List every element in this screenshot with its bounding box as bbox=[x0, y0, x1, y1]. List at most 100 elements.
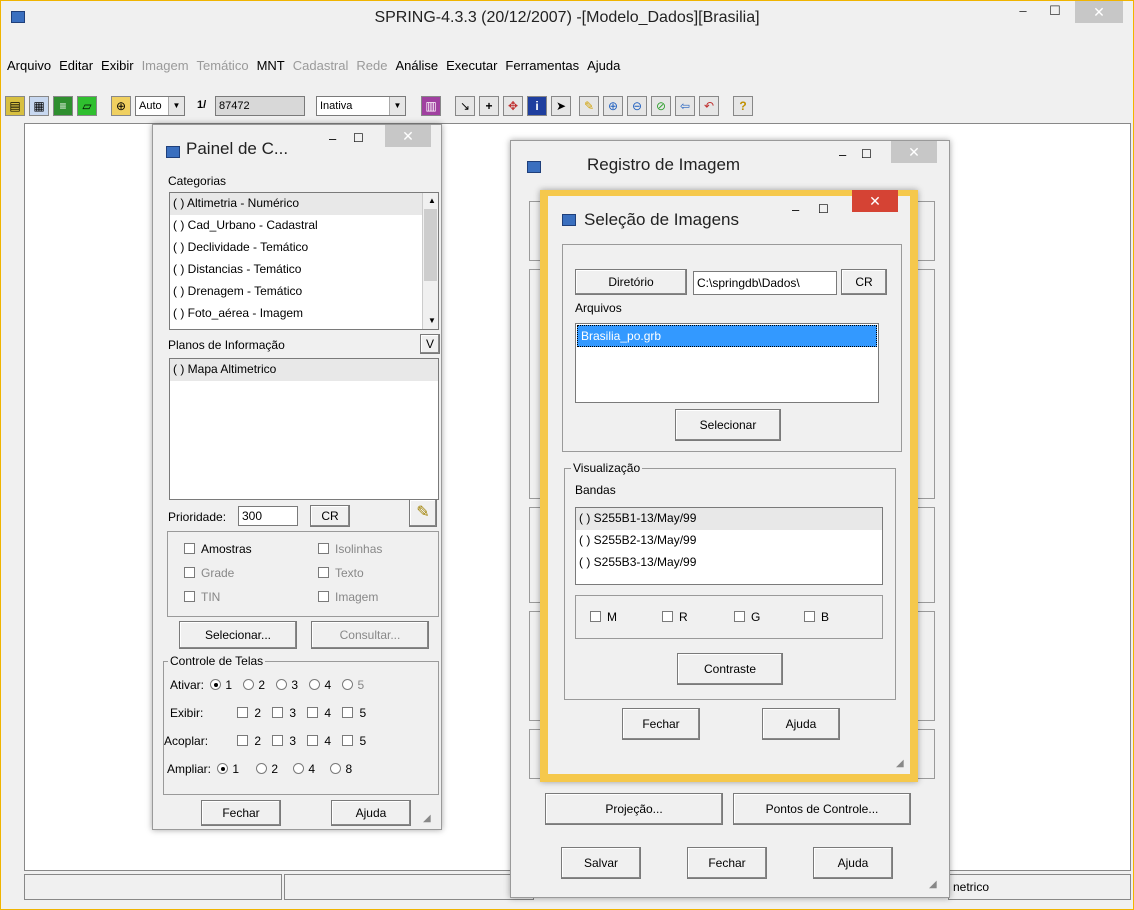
bandas-list[interactable]: ( ) S255B1-13/May/99 ( ) S255B2-13/May/9… bbox=[575, 507, 883, 585]
list-item[interactable]: ( ) S255B1-13/May/99 bbox=[576, 508, 882, 530]
menu-arquivo[interactable]: Arquivo bbox=[3, 56, 55, 78]
v-button[interactable]: V bbox=[420, 334, 440, 354]
ampliar-radio-1[interactable] bbox=[217, 763, 229, 774]
ativar-radio-2[interactable] bbox=[243, 679, 255, 690]
menu-tematico[interactable]: Temático bbox=[193, 56, 253, 78]
help-icon[interactable]: ? bbox=[733, 96, 753, 116]
edit-icon[interactable]: ✎ bbox=[579, 96, 599, 116]
fechar-button[interactable]: Fechar bbox=[622, 708, 700, 740]
list-item-selected[interactable]: Brasilia_po.grb bbox=[577, 325, 877, 347]
acoplar-checkbox-5[interactable] bbox=[342, 735, 354, 746]
channel-b-checkbox[interactable]: B bbox=[804, 610, 829, 624]
checkbox-box[interactable] bbox=[318, 567, 329, 578]
contraste-button[interactable]: Contraste bbox=[677, 653, 783, 685]
ampliar-radio-2[interactable] bbox=[256, 763, 268, 774]
isolinhas-checkbox[interactable]: Isolinhas bbox=[318, 542, 382, 556]
ampliar-radio-8[interactable] bbox=[330, 763, 342, 774]
ajuda-button[interactable]: Ajuda bbox=[331, 800, 411, 826]
list-item[interactable]: ( ) Altimetria - Numérico bbox=[170, 193, 438, 215]
tin-checkbox[interactable]: TIN bbox=[184, 590, 220, 604]
planos-list[interactable]: ( ) Mapa Altimetrico bbox=[169, 358, 439, 500]
maximize-button[interactable]: ☐ bbox=[353, 131, 364, 145]
texto-checkbox[interactable]: Texto bbox=[318, 566, 364, 580]
maximize-button[interactable]: ☐ bbox=[1041, 1, 1069, 23]
zoom-out-icon[interactable]: ⊖ bbox=[627, 96, 647, 116]
exibir-checkbox-2[interactable] bbox=[237, 707, 249, 718]
maximize-button[interactable]: ☐ bbox=[861, 147, 872, 161]
checkbox-box[interactable] bbox=[734, 611, 745, 622]
resize-grip-icon[interactable]: ◢ bbox=[896, 758, 904, 769]
pointer-icon[interactable]: ↘ bbox=[455, 96, 475, 116]
list-item[interactable]: ( ) Drenagem - Temático bbox=[170, 281, 438, 303]
menu-ferramentas[interactable]: Ferramentas bbox=[501, 56, 583, 78]
list-item[interactable]: ( ) Distancias - Temático bbox=[170, 259, 438, 281]
minimize-button[interactable]: ‒ bbox=[1009, 1, 1037, 23]
menu-mnt[interactable]: MNT bbox=[253, 56, 289, 78]
exibir-checkbox-4[interactable] bbox=[307, 707, 319, 718]
resize-grip-icon[interactable]: ◢ bbox=[929, 879, 937, 890]
amostras-checkbox[interactable]: Amostras bbox=[184, 542, 252, 556]
scroll-up-icon[interactable]: ▲ bbox=[423, 193, 438, 209]
acoplar-checkbox-2[interactable] bbox=[237, 735, 249, 746]
menu-executar[interactable]: Executar bbox=[442, 56, 501, 78]
selecionar-button[interactable]: Selecionar bbox=[675, 409, 781, 441]
close-button[interactable]: ✕ bbox=[852, 190, 898, 212]
channel-r-checkbox[interactable]: R bbox=[662, 610, 688, 624]
checkbox-box[interactable] bbox=[318, 591, 329, 602]
undo-icon[interactable]: ↶ bbox=[699, 96, 719, 116]
salvar-button[interactable]: Salvar bbox=[561, 847, 641, 879]
categorias-list[interactable]: ( ) Altimetria - Numérico ( ) Cad_Urbano… bbox=[169, 192, 439, 330]
menu-imagem[interactable]: Imagem bbox=[138, 56, 193, 78]
mode-select[interactable]: Inativa ▼ bbox=[316, 96, 406, 116]
ajuda-button[interactable]: Ajuda bbox=[813, 847, 893, 879]
list-item[interactable]: ( ) S255B3-13/May/99 bbox=[576, 552, 882, 574]
menu-rede[interactable]: Rede bbox=[352, 56, 391, 78]
scroll-down-icon[interactable]: ▼ bbox=[423, 313, 438, 329]
scale-input[interactable]: 87472 bbox=[215, 96, 305, 116]
checkbox-box[interactable] bbox=[184, 591, 195, 602]
checkbox-box[interactable] bbox=[318, 543, 329, 554]
maximize-button[interactable]: ☐ bbox=[818, 202, 829, 216]
resize-grip-icon[interactable]: ◢ bbox=[423, 813, 431, 824]
arquivos-list[interactable]: Brasilia_po.grb bbox=[575, 323, 879, 403]
zoom-in-icon[interactable]: ⊕ bbox=[603, 96, 623, 116]
pontos-controle-button[interactable]: Pontos de Controle... bbox=[733, 793, 911, 825]
consultar-button[interactable]: Consultar... bbox=[311, 621, 429, 649]
prioridade-input[interactable]: 300 bbox=[238, 506, 298, 526]
layers-icon[interactable]: ≡ bbox=[53, 96, 73, 116]
checkbox-box[interactable] bbox=[590, 611, 601, 622]
menu-exibir[interactable]: Exibir bbox=[97, 56, 138, 78]
minimize-button[interactable]: ‒ bbox=[839, 147, 846, 162]
fechar-button[interactable]: Fechar bbox=[201, 800, 281, 826]
cursor-icon[interactable]: ➤ bbox=[551, 96, 571, 116]
fechar-button[interactable]: Fechar bbox=[687, 847, 767, 879]
ativar-radio-1[interactable] bbox=[210, 679, 222, 690]
database-icon[interactable]: ▤ bbox=[5, 96, 25, 116]
imagem-checkbox[interactable]: Imagem bbox=[318, 590, 378, 604]
list-item[interactable]: ( ) Foto_aérea - Imagem bbox=[170, 303, 438, 325]
close-button[interactable]: ✕ bbox=[385, 125, 431, 147]
cr-button[interactable]: CR bbox=[841, 269, 887, 295]
diretorio-input[interactable]: C:\springdb\Dados\ bbox=[693, 271, 837, 295]
ampliar-radio-4[interactable] bbox=[293, 763, 305, 774]
list-item[interactable]: ( ) Cad_Urbano - Cadastral bbox=[170, 215, 438, 237]
ativar-radio-5[interactable] bbox=[342, 679, 354, 690]
acoplar-checkbox-4[interactable] bbox=[307, 735, 319, 746]
cr-button[interactable]: CR bbox=[310, 505, 350, 527]
scrollbar[interactable]: ▲ ▼ bbox=[422, 193, 438, 329]
channel-g-checkbox[interactable]: G bbox=[734, 610, 760, 624]
minimize-button[interactable]: ‒ bbox=[329, 131, 336, 146]
list-item[interactable]: ( ) S255B2-13/May/99 bbox=[576, 530, 882, 552]
projecao-button[interactable]: Projeção... bbox=[545, 793, 723, 825]
diretorio-button[interactable]: Diretório bbox=[575, 269, 687, 295]
ativar-radio-4[interactable] bbox=[309, 679, 321, 690]
edit-priority-icon[interactable]: ✎ bbox=[409, 499, 437, 527]
close-button[interactable]: ✕ bbox=[891, 141, 937, 163]
project-icon[interactable]: ▦ bbox=[29, 96, 49, 116]
pan-icon[interactable]: ✥ bbox=[503, 96, 523, 116]
zoom-area-icon[interactable]: ⊘ bbox=[651, 96, 671, 116]
grade-checkbox[interactable]: Grade bbox=[184, 566, 234, 580]
checkbox-box[interactable] bbox=[184, 567, 195, 578]
ajuda-button[interactable]: Ajuda bbox=[762, 708, 840, 740]
exibir-checkbox-5[interactable] bbox=[342, 707, 354, 718]
